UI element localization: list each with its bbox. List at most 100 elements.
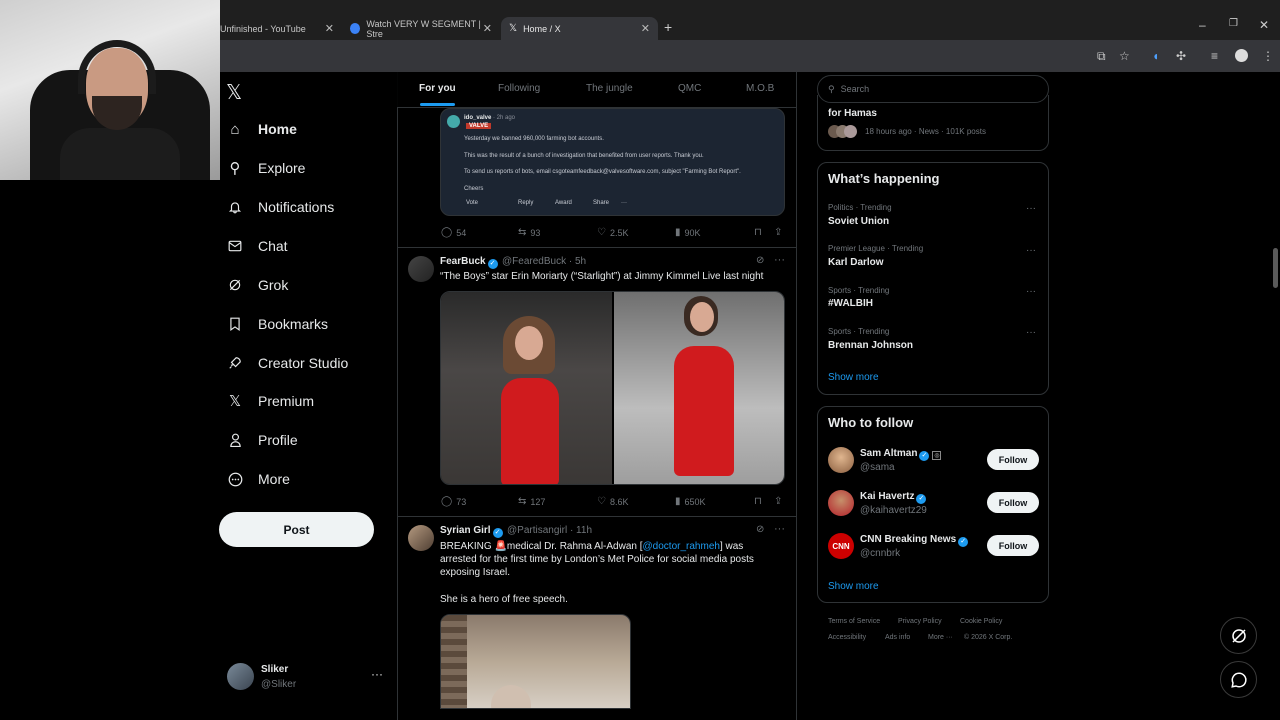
trend-name[interactable]: Brennan Johnson — [828, 340, 913, 351]
star-icon[interactable]: ☆ — [1119, 49, 1130, 63]
footer-link[interactable]: Ads info — [885, 634, 910, 641]
nav-bookmarks[interactable]: Bookmarks — [226, 309, 328, 339]
grok-icon[interactable]: ⊘ — [756, 524, 764, 535]
tweet-media[interactable] — [440, 291, 785, 485]
photo-right — [614, 292, 784, 484]
share-button[interactable]: ⇪ — [774, 227, 786, 238]
close-tab-icon[interactable]: ✕ — [641, 22, 650, 35]
trend-name[interactable]: Soviet Union — [828, 216, 889, 227]
follow-button[interactable]: Follow — [987, 449, 1039, 470]
trend-card[interactable] — [817, 95, 1049, 151]
messages-float-button[interactable] — [1220, 661, 1257, 698]
install-app-icon[interactable]: ⧉ — [1097, 49, 1106, 64]
trend-more-icon[interactable]: ··· — [1026, 286, 1036, 297]
more-options-icon[interactable]: ··· — [774, 523, 785, 535]
nav-home[interactable]: ⌂ Home — [226, 114, 296, 144]
media-controls-icon[interactable]: ≡ — [1211, 49, 1218, 63]
bookmark-button[interactable]: ⊓ — [754, 496, 766, 507]
minimize-button[interactable]: – — [1199, 18, 1206, 32]
card-more[interactable]: ··· — [621, 200, 627, 206]
puzzle-icon[interactable]: ✣ — [1176, 49, 1186, 63]
views-button[interactable]: ▮ 650K — [675, 496, 706, 507]
mention-link[interactable]: @doctor_rahmeh — [643, 541, 720, 552]
tab-for-you[interactable]: For you — [419, 83, 456, 94]
card-share[interactable]: Share — [593, 200, 609, 206]
tweet-author-name[interactable]: Syrian Girl ✓ — [440, 525, 503, 538]
follow-suggestion-name[interactable]: CNN Breaking News ✓ — [860, 534, 969, 547]
profile-avatar-icon[interactable] — [1235, 49, 1248, 62]
footer-link[interactable]: More ··· — [928, 634, 953, 641]
views-button[interactable]: ▮ 90K — [675, 227, 701, 238]
avatar[interactable] — [828, 490, 854, 516]
scrollbar-thumb[interactable] — [1273, 248, 1278, 288]
account-avatar[interactable] — [227, 663, 254, 690]
close-tab-icon[interactable]: ✕ — [483, 22, 492, 35]
tab-qmc[interactable]: QMC — [678, 83, 701, 94]
footer-link[interactable]: Cookie Policy — [960, 618, 1002, 625]
show-more-link[interactable]: Show more — [828, 372, 879, 383]
menu-kebab-icon[interactable]: ⋮ — [1262, 49, 1274, 63]
close-tab-icon[interactable]: ✕ — [325, 22, 334, 35]
tab-the-jungle[interactable]: The jungle — [586, 83, 633, 94]
avatar[interactable] — [408, 256, 434, 282]
maximize-button[interactable]: ❐ — [1229, 18, 1238, 29]
grok-float-button[interactable] — [1220, 617, 1257, 654]
tab-mob[interactable]: M.O.B — [746, 83, 774, 94]
post-button[interactable]: Post — [219, 512, 374, 547]
show-more-link[interactable]: Show more — [828, 581, 879, 592]
trend-name[interactable]: Karl Darlow — [828, 257, 884, 268]
repost-button[interactable]: ⇆ 93 — [518, 227, 540, 238]
close-window-button[interactable]: ✕ — [1259, 18, 1269, 32]
account-name[interactable]: Sliker — [261, 664, 288, 675]
account-more-icon[interactable]: ··· — [371, 667, 383, 681]
trend-name[interactable]: #WALBIH — [828, 298, 873, 309]
follow-button[interactable]: Follow — [987, 492, 1039, 513]
browser-tab-stream[interactable]: Watch VERY W SEGMENT | Stre ✕ — [342, 17, 500, 40]
card-award[interactable]: Award — [555, 200, 572, 206]
avatar[interactable] — [828, 447, 854, 473]
like-button[interactable]: ♡ 8.6K — [597, 496, 628, 507]
cnn-logo-icon[interactable]: CNN — [828, 533, 854, 559]
bookmark-button[interactable]: ⊓ — [754, 227, 766, 238]
reply-button[interactable]: ◯ 54 — [441, 227, 466, 238]
avatar[interactable] — [408, 525, 434, 551]
browser-tab-youtube[interactable]: Unfinished - YouTube ✕ — [212, 17, 342, 40]
trend-title[interactable]: for Hamas — [828, 108, 877, 119]
nav-premium[interactable]: 𝕏 Premium — [226, 386, 314, 416]
nav-notifications[interactable]: Notifications — [226, 192, 334, 222]
extension-icon[interactable]: ◖ — [1152, 49, 1159, 63]
like-button[interactable]: ♡ 2.5K — [597, 227, 628, 238]
nav-chat[interactable]: Chat — [226, 231, 288, 261]
tweet-media[interactable] — [440, 614, 631, 709]
trend-more-icon[interactable]: ··· — [1026, 203, 1036, 214]
x-logo-icon[interactable]: 𝕏 — [226, 80, 242, 105]
new-tab-button[interactable]: + — [664, 19, 672, 35]
tweet-author-handle[interactable]: @Partisangirl · 11h — [507, 525, 592, 536]
browser-tab-x-home[interactable]: 𝕏 Home / X ✕ — [501, 17, 658, 40]
more-options-icon[interactable]: ··· — [774, 254, 785, 266]
card-vote[interactable]: Vote — [466, 200, 478, 206]
nav-profile[interactable]: Profile — [226, 425, 298, 455]
trend-more-icon[interactable]: ··· — [1026, 327, 1036, 338]
trend-more-icon[interactable]: ··· — [1026, 245, 1036, 256]
tweet-author-handle[interactable]: @FearedBuck · 5h — [502, 256, 586, 267]
follow-suggestion-name[interactable]: Sam Altman ✓ ◎ — [860, 448, 942, 461]
follow-button[interactable]: Follow — [987, 535, 1039, 556]
card-reply[interactable]: Reply — [518, 200, 533, 206]
footer-link[interactable]: Accessibility — [828, 634, 866, 641]
embedded-post-card[interactable]: ido_valve · 2h ago VALVE Yesterday we ba… — [440, 108, 785, 216]
nav-creator-studio[interactable]: Creator Studio — [226, 348, 348, 378]
footer-link[interactable]: Privacy Policy — [898, 618, 942, 625]
share-button[interactable]: ⇪ — [774, 496, 786, 507]
follow-suggestion-name[interactable]: Kai Havertz ✓ — [860, 491, 927, 504]
repost-button[interactable]: ⇆ 127 — [518, 496, 545, 507]
nav-more[interactable]: More — [226, 464, 290, 494]
tab-following[interactable]: Following — [498, 83, 540, 94]
scrollbar[interactable] — [1272, 72, 1280, 712]
nav-explore[interactable]: ⚲ Explore — [226, 153, 306, 183]
tweet-author-name[interactable]: FearBuck ✓ — [440, 256, 498, 269]
grok-icon[interactable]: ⊘ — [756, 255, 764, 266]
reply-button[interactable]: ◯ 73 — [441, 496, 466, 507]
footer-link[interactable]: Terms of Service — [828, 618, 880, 625]
nav-grok[interactable]: Grok — [226, 270, 288, 300]
